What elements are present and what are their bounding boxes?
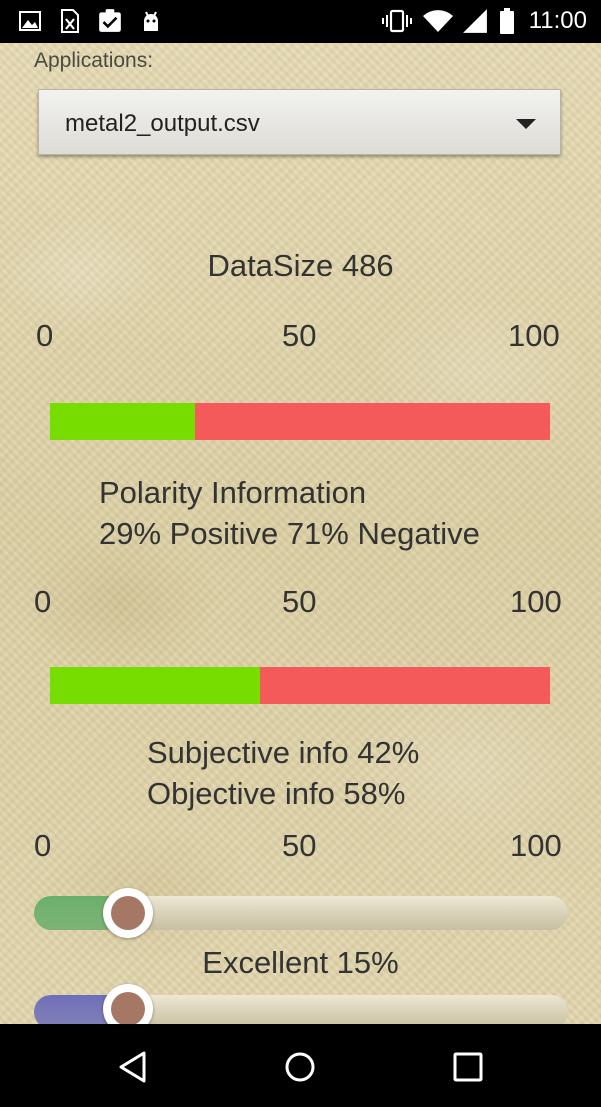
battery-icon (500, 8, 514, 34)
status-bar: 11:00 (0, 0, 601, 43)
objective-segment (260, 667, 550, 704)
polarity-positive-segment (50, 403, 195, 440)
scale-min: 0 (34, 828, 52, 863)
navigation-bar (0, 1024, 601, 1107)
subjectivity-bar (50, 667, 550, 704)
android-icon (144, 11, 158, 31)
subjective-info: Subjective info 42% (147, 735, 420, 770)
home-icon[interactable] (283, 1050, 317, 1084)
subjective-segment (50, 667, 260, 704)
polarity-title: Polarity Information (99, 475, 367, 510)
scale-max: 100 (508, 318, 560, 353)
wifi-icon (423, 10, 453, 32)
polarity-bar (50, 403, 550, 440)
scale-max: 100 (510, 584, 562, 619)
recents-icon[interactable] (451, 1050, 485, 1084)
scale-min: 0 (36, 318, 54, 353)
scale-min: 0 (34, 584, 52, 619)
image-icon (19, 11, 41, 31)
back-icon[interactable] (116, 1050, 150, 1084)
excel-file-icon (61, 9, 79, 33)
vibrate-icon (382, 9, 412, 33)
clipboard-check-icon (99, 9, 121, 32)
dropdown-selected-value: metal2_output.csv (65, 110, 260, 137)
objective-info: Objective info 58% (147, 776, 406, 811)
excellent-label: Excellent 15% (202, 945, 399, 980)
datasize-label: DataSize 486 (207, 248, 394, 283)
signal-icon (463, 9, 487, 33)
scale-mid: 50 (282, 584, 317, 619)
scale-max: 100 (510, 828, 562, 863)
polarity-summary: 29% Positive 71% Negative (99, 516, 480, 551)
main-content: Applications: metal2_output.csv DataSize… (0, 43, 601, 1024)
scale-mid: 50 (282, 318, 317, 353)
chevron-down-icon (516, 119, 536, 129)
polarity-negative-segment (195, 403, 550, 440)
applications-dropdown[interactable]: metal2_output.csv (38, 89, 561, 155)
excellent-slider-thumb[interactable] (103, 888, 154, 938)
next-slider-thumb[interactable] (103, 984, 154, 1024)
applications-label: Applications: (34, 49, 154, 72)
scale-mid: 50 (282, 828, 317, 863)
clock: 11:00 (528, 7, 587, 34)
